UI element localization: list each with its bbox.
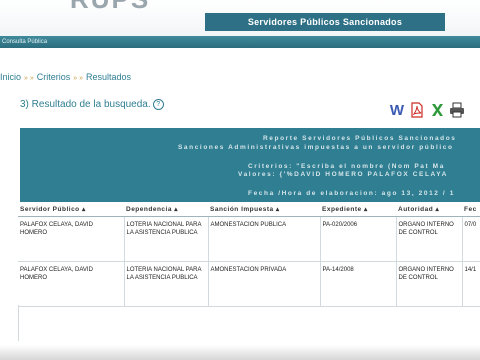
column-header[interactable]: Expediente ▴: [320, 202, 396, 217]
table-cell: AMONESTACION PRIVADA: [208, 261, 321, 307]
table-cell: PALAFOX CELAYA, DAVID HOMERO: [18, 261, 125, 307]
table-cell: ORGANO INTERNO DE CONTROL: [396, 261, 463, 307]
table-cell: PA-14/2008: [320, 261, 397, 307]
excel-icon[interactable]: [429, 102, 445, 118]
breadcrumb-separator: » »: [24, 75, 34, 82]
report-title: Reporte Servidores Públicos Sancionados: [263, 135, 457, 142]
table-cell: 07/0: [462, 216, 480, 262]
table-cell: PALAFOX CELAYA, DAVID HOMERO: [18, 216, 125, 262]
column-header[interactable]: Fec: [462, 202, 480, 217]
table-row: PALAFOX CELAYA, DAVID HOMERO LOTERIA NAC…: [18, 261, 480, 307]
breadcrumb: Inicio» » Criterios» » Resultados: [0, 72, 131, 82]
breadcrumb-inicio[interactable]: Inicio: [0, 72, 21, 82]
site-logo: RUPS: [70, 0, 150, 15]
page-title: 3) Resultado de la busqueda.?: [20, 99, 164, 110]
results-table: Servidor Público ▴ Dependencia ▴ Sanción…: [18, 202, 480, 307]
table-cell: ORGANO INTERNO DE CONTROL: [396, 216, 463, 262]
table-cell: LOTERIA NACIONAL PARA LA ASISTENCIA PUBL…: [124, 261, 209, 307]
table-row: PALAFOX CELAYA, DAVID HOMERO LOTERIA NAC…: [18, 216, 480, 262]
export-toolbar: W: [389, 101, 465, 119]
report-criteria: Criterios: "Escriba el nombre (Nom Pat M…: [248, 163, 445, 170]
help-icon[interactable]: ?: [152, 99, 164, 110]
site-title: Servidores Públicos Sancionados: [205, 13, 445, 31]
report-header: Reporte Servidores Públicos Sancionados …: [20, 128, 480, 202]
nav-bar: Consulta Pública: [0, 36, 480, 48]
report-subtitle: Sanciones Administrativas impuestas a un…: [178, 144, 454, 151]
word-icon[interactable]: W: [389, 102, 405, 119]
table-cell: AMONESTACION PUBLICA: [208, 216, 321, 262]
table-header-row: Servidor Público ▴ Dependencia ▴ Sanción…: [18, 202, 480, 217]
column-header[interactable]: Dependencia ▴: [124, 202, 208, 217]
column-header[interactable]: Sanción Impuesta ▴: [208, 202, 320, 217]
table-cell: PA-020/2006: [320, 216, 397, 262]
column-header[interactable]: Servidor Público ▴: [18, 202, 124, 217]
breadcrumb-criterios[interactable]: Criterios: [37, 72, 71, 82]
section-title-text: 3) Resultado de la busqueda.: [20, 99, 151, 110]
nav-label[interactable]: Consulta Pública: [2, 39, 47, 45]
table-cell: LOTERIA NACIONAL PARA LA ASISTENCIA PUBL…: [124, 216, 209, 262]
print-icon[interactable]: [449, 102, 465, 118]
breadcrumb-separator: » »: [73, 75, 83, 82]
column-header[interactable]: Autoridad ▴: [396, 202, 462, 217]
bottom-shadow: [0, 345, 480, 360]
pdf-icon[interactable]: [409, 102, 425, 118]
table-footer-area: [18, 305, 480, 341]
report-date: Fecha /Hora de elaboracion: ago 13, 2012…: [248, 190, 455, 197]
site-header: RUPS Servidores Públicos Sancionados: [0, 0, 480, 36]
report-values: Valores: {'%DAVID HOMERO PALAFOX CELAYA: [238, 171, 448, 178]
table-cell: 14/1: [462, 261, 480, 307]
breadcrumb-resultados[interactable]: Resultados: [86, 72, 131, 82]
